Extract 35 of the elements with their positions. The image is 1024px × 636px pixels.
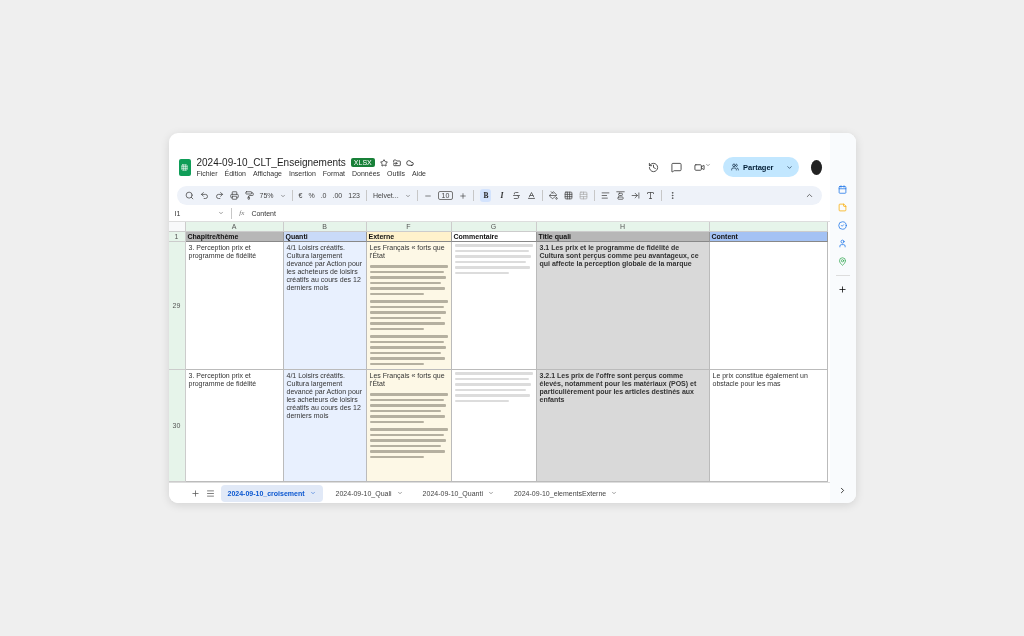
wrap-icon[interactable] bbox=[631, 191, 641, 200]
star-icon[interactable] bbox=[379, 158, 388, 167]
print-icon[interactable] bbox=[229, 191, 239, 200]
text-color-icon[interactable] bbox=[527, 191, 537, 200]
paint-format-icon[interactable] bbox=[244, 191, 254, 200]
add-icon[interactable] bbox=[838, 285, 847, 294]
avatar[interactable] bbox=[810, 159, 822, 175]
folder-icon[interactable] bbox=[392, 158, 401, 167]
strikethrough-icon[interactable] bbox=[512, 191, 522, 200]
contacts-icon[interactable] bbox=[838, 239, 847, 248]
all-sheets-icon[interactable] bbox=[205, 488, 215, 498]
search-icon[interactable] bbox=[184, 191, 194, 200]
cloud-icon[interactable] bbox=[405, 158, 414, 167]
history-icon[interactable] bbox=[648, 161, 660, 173]
people-icon[interactable] bbox=[731, 163, 740, 171]
caret-icon[interactable] bbox=[785, 163, 793, 171]
comment-icon[interactable] bbox=[671, 161, 683, 173]
tasks-icon[interactable] bbox=[838, 221, 847, 230]
plus-icon[interactable] bbox=[459, 191, 468, 200]
collapse-icon[interactable] bbox=[804, 191, 814, 200]
redo-icon[interactable] bbox=[214, 191, 224, 200]
align-icon[interactable] bbox=[601, 191, 611, 200]
vertical-align-icon[interactable] bbox=[616, 191, 626, 200]
undo-icon[interactable] bbox=[199, 191, 209, 200]
calendar-icon[interactable] bbox=[838, 185, 847, 194]
video-call-icon[interactable] bbox=[694, 161, 712, 173]
document-title[interactable]: 2024-09-10_CLT_Enseignements bbox=[196, 157, 346, 168]
expand-icon[interactable] bbox=[838, 486, 847, 495]
sheets-logo-icon[interactable] bbox=[178, 158, 191, 176]
map-pin-icon[interactable] bbox=[838, 257, 847, 266]
add-sheet-icon[interactable] bbox=[190, 488, 200, 498]
borders-icon[interactable] bbox=[564, 191, 574, 200]
rotate-text-icon[interactable] bbox=[646, 191, 656, 200]
merge-cells-icon[interactable] bbox=[579, 191, 589, 200]
fill-color-icon[interactable] bbox=[549, 191, 559, 200]
